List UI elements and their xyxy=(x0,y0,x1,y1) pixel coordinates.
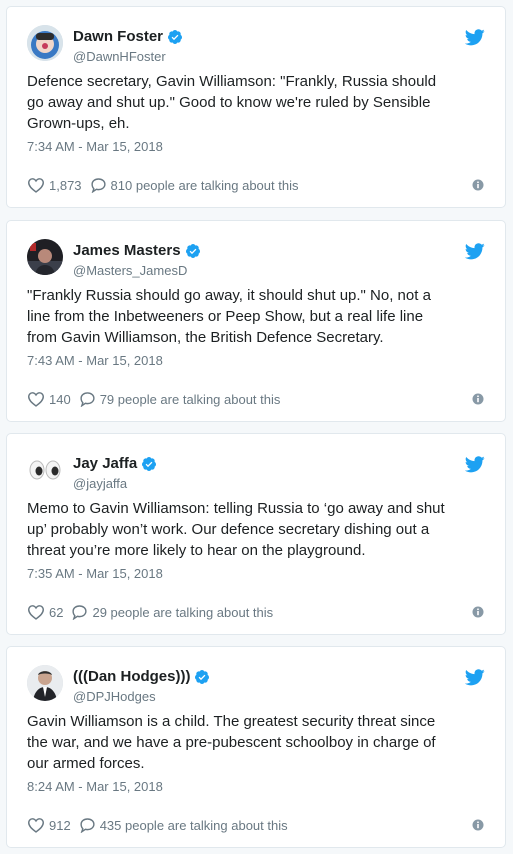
comment-icon xyxy=(80,392,95,407)
verified-icon xyxy=(195,670,210,684)
like-button[interactable]: 1,873 xyxy=(27,177,82,193)
avatar-dawn-icon xyxy=(27,25,63,61)
tweet-card[interactable]: James Masters @Masters_JamesD "Frankly R… xyxy=(6,220,506,422)
twitter-bird-icon[interactable] xyxy=(465,456,485,473)
info-icon[interactable] xyxy=(471,605,485,619)
like-button[interactable]: 62 xyxy=(27,604,63,620)
avatar[interactable] xyxy=(27,665,63,701)
tweet-actions: 62 29 people are talking about this xyxy=(27,602,485,622)
tweet-timestamp[interactable]: 8:24 AM - Mar 15, 2018 xyxy=(27,779,485,795)
tweet-header: James Masters @Masters_JamesD xyxy=(27,221,485,283)
talking-count: 29 people are talking about this xyxy=(92,604,274,620)
avatar-james-icon xyxy=(27,239,63,275)
author-handle[interactable]: @Masters_JamesD xyxy=(73,263,201,279)
tweet-header: (((Dan Hodges))) @DPJHodges xyxy=(27,647,485,709)
verified-icon xyxy=(142,457,157,471)
twitter-bird-icon[interactable] xyxy=(465,29,485,46)
reply-link[interactable]: 435 people are talking about this xyxy=(79,817,288,833)
tweet-card[interactable]: Dawn Foster @DawnHFoster Defence secreta… xyxy=(6,6,506,208)
info-icon[interactable] xyxy=(471,818,485,832)
like-button[interactable]: 912 xyxy=(27,817,71,833)
avatar[interactable] xyxy=(27,452,63,488)
tweet-card[interactable]: (((Dan Hodges))) @DPJHodges Gavin Willia… xyxy=(6,646,506,848)
heart-icon xyxy=(27,605,45,620)
tweet-timestamp[interactable]: 7:34 AM - Mar 15, 2018 xyxy=(27,139,485,155)
like-count: 62 xyxy=(49,604,64,620)
author-name[interactable]: (((Dan Hodges))) xyxy=(73,668,190,686)
like-count: 1,873 xyxy=(49,177,82,193)
comment-icon xyxy=(90,178,106,193)
talking-count: 810 people are talking about this xyxy=(110,177,299,193)
tweet-header: Dawn Foster @DawnHFoster xyxy=(27,7,485,69)
author-name[interactable]: Jay Jaffa xyxy=(73,455,137,473)
info-icon[interactable] xyxy=(471,178,485,192)
tweet-text: Gavin Williamson is a child. The greates… xyxy=(27,713,436,772)
author-name[interactable]: Dawn Foster xyxy=(73,28,163,46)
avatar-dan-icon xyxy=(27,665,63,701)
avatar[interactable] xyxy=(27,239,63,275)
like-count: 140 xyxy=(49,391,71,407)
heart-icon xyxy=(27,392,45,407)
tweet-actions: 140 79 people are talking about this xyxy=(27,389,485,409)
author-handle[interactable]: @DawnHFoster xyxy=(73,49,183,65)
info-icon[interactable] xyxy=(471,392,485,406)
reply-link[interactable]: 810 people are talking about this xyxy=(90,177,299,193)
avatar[interactable] xyxy=(27,25,63,61)
twitter-bird-icon[interactable] xyxy=(465,669,485,686)
author-handle[interactable]: @DPJHodges xyxy=(73,689,210,705)
author-name[interactable]: James Masters xyxy=(73,242,181,260)
talking-count: 79 people are talking about this xyxy=(99,391,281,407)
tweet-timestamp[interactable]: 7:43 AM - Mar 15, 2018 xyxy=(27,353,485,369)
reply-link[interactable]: 29 people are talking about this xyxy=(71,604,273,620)
tweet-actions: 912 435 people are talking about this xyxy=(27,815,485,835)
tweet-text: "Frankly Russia should go away, it shoul… xyxy=(27,287,431,346)
comment-icon xyxy=(80,818,95,833)
tweet-card[interactable]: Jay Jaffa @jayjaffa Memo to Gavin Willia… xyxy=(6,433,506,635)
tweet-header: Jay Jaffa @jayjaffa xyxy=(27,434,485,496)
heart-icon xyxy=(27,178,45,193)
twitter-bird-icon[interactable] xyxy=(465,243,485,260)
author-handle[interactable]: @jayjaffa xyxy=(73,476,157,492)
tweet-actions: 1,873 810 people are talking about this xyxy=(27,175,485,195)
tweet-text: Defence secretary, Gavin Williamson: "Fr… xyxy=(27,73,437,132)
eyes-emoji-icon xyxy=(27,452,63,488)
comment-icon xyxy=(72,605,88,620)
verified-icon xyxy=(168,30,183,44)
tweet-timestamp[interactable]: 7:35 AM - Mar 15, 2018 xyxy=(27,566,485,582)
like-button[interactable]: 140 xyxy=(27,391,71,407)
tweet-text: Memo to Gavin Williamson: telling Russia… xyxy=(27,500,445,559)
like-count: 912 xyxy=(49,817,71,833)
verified-icon xyxy=(185,244,200,258)
heart-icon xyxy=(27,818,45,833)
reply-link[interactable]: 79 people are talking about this xyxy=(79,391,281,407)
talking-count: 435 people are talking about this xyxy=(99,817,288,833)
